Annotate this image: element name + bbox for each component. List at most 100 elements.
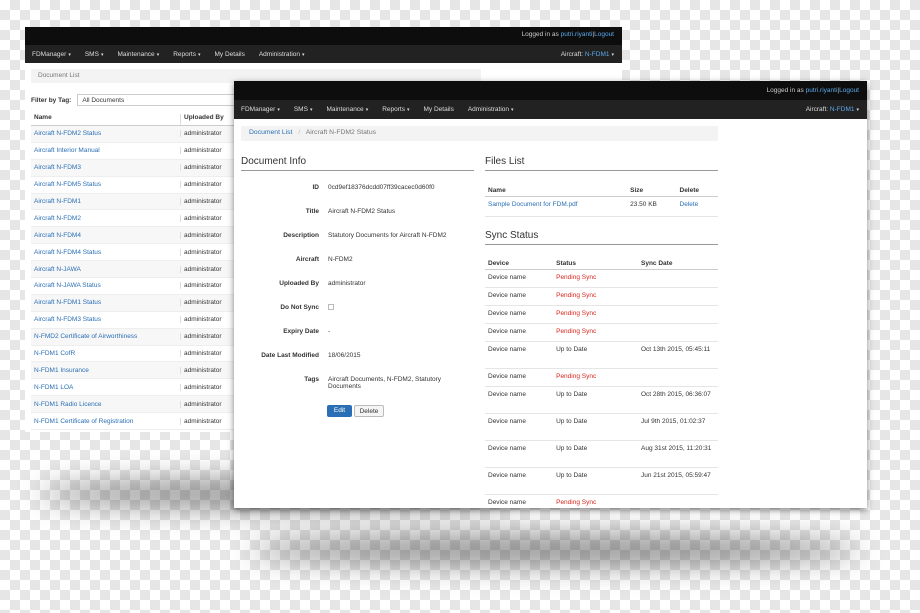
- table-row: Sample Document for FDM.pdf 23.50 KB Delet…: [485, 197, 718, 217]
- sync-status: Up to Date: [556, 391, 588, 398]
- nav-item-administration[interactable]: Administration ▾: [468, 106, 514, 113]
- device-name: Device name: [488, 274, 526, 281]
- document-link[interactable]: Aircraft N-FDM4: [31, 232, 180, 239]
- document-link[interactable]: Aircraft N-FDM3: [31, 164, 180, 171]
- field-uploaded-by: Uploaded By administrator: [241, 280, 474, 287]
- caret-down-icon: ▾: [309, 107, 313, 113]
- table-row: Device name Up to Date Oct 28th 2015, 06:3…: [485, 387, 718, 414]
- field-value: Statutory Documents for Aircraft N-FDM2: [328, 232, 447, 239]
- nav-item-maintenance[interactable]: Maintenance ▾: [326, 106, 368, 113]
- column-header-name[interactable]: Name: [31, 114, 180, 125]
- document-link[interactable]: Aircraft N-FDM4 Status: [31, 249, 180, 256]
- uploaded-by: administrator: [180, 164, 235, 172]
- sync-status-heading: Sync Status: [485, 230, 718, 245]
- nav-item-reports[interactable]: Reports ▾: [382, 106, 409, 113]
- caret-down-icon: ▾: [302, 51, 305, 58]
- edit-button[interactable]: Edit: [327, 405, 352, 417]
- table-row: Device name Pending Sync: [485, 306, 718, 324]
- nav-item-fdmanager[interactable]: FDManager ▾: [241, 106, 280, 113]
- column-header-uploaded-by[interactable]: Uploaded By: [180, 114, 235, 125]
- table-row: Device name Up to Date Oct 13th 2015, 05:4…: [485, 342, 718, 369]
- caret-down-icon: ▾: [277, 107, 280, 113]
- uploaded-by: administrator: [180, 400, 235, 408]
- sync-status: Pending Sync: [556, 499, 597, 506]
- document-link[interactable]: N-FDM1 LOA: [31, 384, 180, 391]
- document-link[interactable]: Aircraft N-FDM1: [31, 198, 180, 205]
- field-do-not-sync: Do Not Sync: [241, 304, 474, 312]
- document-link[interactable]: Aircraft N-JAWA Status: [31, 282, 180, 289]
- breadcrumb-document-list[interactable]: Document List: [249, 129, 292, 136]
- table-body: Aircraft N-FDM2 Status administrator Aircr…: [31, 126, 235, 431]
- column-header-status: Status: [556, 259, 576, 267]
- nav-item-reports[interactable]: Reports ▾: [173, 51, 200, 58]
- sync-date: Aug 31st 2015, 11:20:31: [641, 445, 712, 452]
- table-row: Aircraft N-JAWA administrator: [31, 261, 235, 279]
- table-header: Name Uploaded By: [31, 114, 235, 126]
- caret-down-icon: ▾: [365, 107, 369, 113]
- nav-item-my-details[interactable]: My Details: [214, 51, 244, 58]
- document-link[interactable]: Aircraft N-FDM1 Status: [31, 299, 180, 306]
- nav-item-label: FDManager: [241, 106, 276, 113]
- delete-button[interactable]: Delete: [354, 405, 384, 417]
- user-link[interactable]: putri.riyanti: [806, 87, 838, 94]
- uploaded-by: administrator: [180, 181, 235, 189]
- field-label: Description: [283, 232, 319, 239]
- logout-link[interactable]: Logout: [594, 31, 614, 38]
- table-row: Device name Up to Date Jul 9th 2015, 01:02…: [485, 414, 718, 441]
- field-description: Description Statutory Documents for Aircr…: [241, 232, 474, 239]
- nav-item-sms[interactable]: SMS ▾: [294, 106, 313, 113]
- document-link[interactable]: Aircraft N-FDM2: [31, 215, 180, 222]
- nav-item-fdmanager[interactable]: FDManager ▾: [32, 51, 71, 58]
- nav-item-my-details[interactable]: My Details: [423, 106, 453, 113]
- nav-item-maintenance[interactable]: Maintenance ▾: [117, 51, 159, 58]
- document-link[interactable]: N-FMD2 Certificate of Airworthiness: [31, 333, 180, 340]
- table-row: Device name Pending Sync: [485, 288, 718, 306]
- uploaded-by: administrator: [180, 316, 235, 324]
- file-size: 23.50 KB: [630, 201, 657, 208]
- field-value: N-FDM2: [328, 256, 353, 263]
- column-header-size: Size: [630, 186, 644, 194]
- document-link[interactable]: N-FDM1 Insurance: [31, 367, 180, 374]
- aircraft-selector[interactable]: Aircraft: N-FDM1 ▾: [806, 106, 859, 113]
- sync-status: Pending Sync: [556, 274, 597, 281]
- document-link[interactable]: Aircraft N-FDM3 Status: [31, 316, 180, 323]
- file-link[interactable]: Sample Document for FDM.pdf: [488, 201, 630, 208]
- document-link[interactable]: N-FDM1 Certificate of Registration: [31, 418, 180, 425]
- nav-item-label: Reports: [382, 106, 405, 113]
- document-link[interactable]: Aircraft N-JAWA: [31, 266, 180, 273]
- top-bar: Logged in as putri.riyanti|Logout FDMana…: [25, 27, 622, 63]
- column-header-delete: Delete: [679, 186, 700, 194]
- caret-down-icon: ▾: [100, 51, 104, 58]
- tag-filter-select[interactable]: All Documents: [77, 94, 238, 106]
- document-link[interactable]: N-FDM1 Radio Licence: [31, 401, 180, 408]
- breadcrumb-separator: /: [298, 129, 301, 136]
- uploaded-by: administrator: [180, 282, 235, 290]
- user-link[interactable]: putri.riyanti: [561, 31, 593, 38]
- delete-file-link[interactable]: Delete: [680, 201, 719, 208]
- front-window-shadow: [250, 535, 860, 565]
- nav-item-label: Administration: [258, 50, 301, 58]
- caret-down-icon: ▾: [856, 107, 859, 113]
- do-not-sync-checkbox[interactable]: [328, 304, 334, 310]
- device-name: Device name: [488, 310, 526, 317]
- table-row: Device name Pending Sync: [485, 495, 718, 508]
- field-title: Title Aircraft N-FDM2 Status: [241, 208, 474, 215]
- nav-item-label: Maintenance: [326, 106, 364, 113]
- device-name: Device name: [488, 391, 526, 398]
- document-link[interactable]: N-FDM1 CofR: [31, 350, 180, 357]
- table-header: Device Status Sync Date: [485, 257, 718, 270]
- table-row: Device name Pending Sync: [485, 324, 718, 342]
- nav-item-label: Maintenance: [117, 50, 155, 58]
- nav-item-administration[interactable]: Administration ▾: [259, 51, 305, 58]
- field-tags: Tags Aircraft Documents, N-FDM2, Statutor…: [241, 376, 474, 390]
- document-link[interactable]: Aircraft N-FDM2 Status: [31, 130, 180, 137]
- device-name: Device name: [488, 472, 526, 479]
- logout-link[interactable]: Logout: [839, 87, 859, 94]
- nav-item-sms[interactable]: SMS ▾: [85, 51, 104, 58]
- document-link[interactable]: Aircraft Interior Manual: [31, 147, 180, 154]
- document-link[interactable]: Aircraft N-FDM5 Status: [31, 181, 180, 188]
- table-row: Device name Up to Date Jun 21st 2015, 05:5…: [485, 468, 718, 495]
- sync-status: Up to Date: [556, 445, 588, 452]
- aircraft-value: N-FDM1: [584, 50, 610, 58]
- aircraft-selector[interactable]: Aircraft: N-FDM1 ▾: [561, 51, 614, 58]
